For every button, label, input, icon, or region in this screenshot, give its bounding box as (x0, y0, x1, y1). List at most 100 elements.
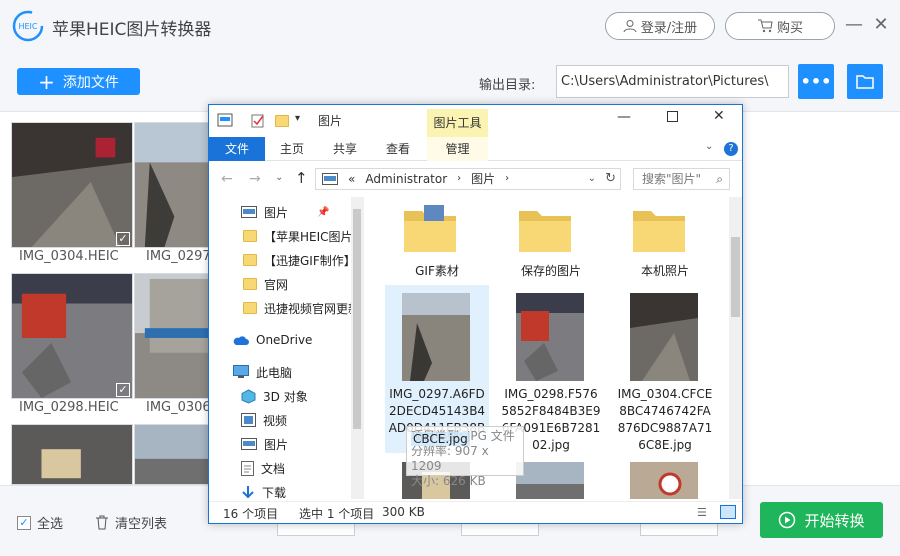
photo-shop (11, 424, 133, 485)
nav-item-3d-objects[interactable]: 3D 对象 (241, 385, 308, 407)
chevron-down-icon[interactable]: ⌄ (705, 141, 713, 152)
clear-list-button[interactable]: 清空列表 (95, 513, 167, 532)
large-icons-view-icon[interactable] (720, 505, 736, 519)
image-file-thumbnail[interactable] (516, 462, 584, 499)
close-icon[interactable]: ✕ (870, 14, 892, 36)
content-scrollbar[interactable] (729, 197, 742, 499)
thumbnail-checkbox[interactable]: ✓ (116, 383, 130, 397)
maximize-icon[interactable] (667, 111, 678, 122)
file-item-name[interactable]: IMG_0304.CFCE 8BC4746742FA 876DC9887A71 … (613, 386, 717, 454)
thumbnail-label: IMG_0304.HEIC (19, 249, 119, 264)
back-arrow-icon[interactable]: ← (221, 171, 233, 187)
buy-button[interactable]: 购买 (725, 12, 835, 40)
nav-item-folder[interactable]: 官网 (243, 273, 288, 295)
add-file-button[interactable]: + 添加文件 (17, 68, 140, 95)
details-view-icon[interactable]: ☰ (697, 506, 707, 519)
address-bar[interactable]: « Administrator › 图片 › ⌄ ↻ (315, 168, 621, 190)
nav-scroll-thumb[interactable] (353, 209, 361, 429)
thumbnail[interactable]: ✓ (11, 273, 133, 399)
folder-item[interactable]: 本机照片 (613, 263, 717, 280)
nav-item-folder[interactable]: 迅捷视频官网更新 (243, 297, 360, 319)
select-all-checkbox[interactable]: ✓ 全选 (17, 513, 63, 532)
recent-dropdown-icon[interactable]: ⌄ (275, 172, 283, 183)
file-name-line: 8BC4746742FA (619, 404, 711, 418)
nav-scrollbar[interactable] (351, 197, 363, 499)
file-name-line: 6C8E.jpg (638, 438, 692, 452)
image-file-thumbnail[interactable] (516, 293, 584, 381)
content-scroll-thumb[interactable] (731, 237, 740, 317)
play-icon (779, 511, 796, 529)
explorer-titlebar: ▾ 图片 图片工具 — ✕ (209, 105, 742, 137)
start-convert-button[interactable]: 开始转换 (760, 502, 883, 538)
output-dir-field[interactable]: C:\Users\Administrator\Pictures\ (556, 65, 789, 98)
photo-corridor (11, 122, 133, 248)
nav-item-documents[interactable]: 文档 (241, 457, 285, 479)
file-name-line: IMG_0297.A6FD (389, 387, 485, 401)
folder-with-files-icon (404, 205, 456, 252)
nav-item-downloads[interactable]: 下载 (241, 481, 286, 499)
folder-item[interactable]: GIF素材 (385, 263, 489, 280)
help-icon[interactable]: ? (724, 142, 738, 156)
new-folder-icon[interactable] (275, 115, 289, 127)
open-folder-button[interactable] (847, 64, 883, 99)
breadcrumb-pictures[interactable]: 图片 (471, 169, 495, 189)
tab-share[interactable]: 共享 (326, 137, 364, 161)
refresh-icon[interactable]: ↻ (605, 169, 616, 189)
quick-access-dropdown-icon[interactable]: ▾ (295, 113, 300, 124)
breadcrumb-administrator[interactable]: Administrator (365, 169, 447, 189)
nav-item-this-pc[interactable]: 此电脑 (233, 361, 292, 383)
select-all-label: 全选 (37, 517, 64, 532)
breadcrumb-chevron-icon: › (457, 173, 462, 184)
pin-icon: 📌 (317, 206, 330, 218)
breadcrumb-chevron-icon: › (505, 173, 510, 184)
nav-item-pictures[interactable]: 图片 (241, 433, 288, 455)
folder-icon (243, 254, 257, 266)
up-arrow-icon[interactable]: ↑ (295, 169, 308, 187)
item-count: 16 个项目 (223, 507, 279, 521)
folder-icon (243, 230, 257, 242)
video-icon (241, 413, 256, 427)
download-icon (242, 485, 254, 498)
user-icon (623, 20, 637, 33)
file-name-line: IMG_0304.CFCE (617, 387, 713, 401)
nav-item-pictures-pinned[interactable]: 图片 📌 (241, 201, 329, 223)
plus-icon: + (38, 69, 55, 94)
pictures-icon (241, 206, 257, 218)
nav-label: 此电脑 (256, 365, 293, 380)
properties-icon[interactable] (251, 113, 265, 128)
app-header: HEIC 苹果HEIC图片转换器 登录/注册 购买 — ✕ + 添加文件 输出目… (0, 0, 900, 112)
nav-item-onedrive[interactable]: OneDrive (233, 329, 312, 351)
tab-home[interactable]: 主页 (273, 137, 311, 161)
image-file-thumbnail[interactable] (402, 293, 470, 381)
search-input[interactable]: 搜索"图片" ⌕ (633, 168, 730, 190)
forward-arrow-icon[interactable]: → (249, 171, 261, 187)
nav-label: 迅捷视频官网更新 (264, 301, 361, 316)
tab-file[interactable]: 文件 (209, 137, 265, 161)
minimize-icon[interactable]: — (617, 109, 631, 125)
image-file-thumbnail[interactable] (630, 293, 698, 381)
nav-item-folder[interactable]: 【苹果HEIC图片 (243, 225, 353, 247)
image-file-thumbnail[interactable] (630, 462, 698, 499)
app-title: 苹果HEIC图片转换器 (52, 20, 212, 40)
thumbnail-checkbox[interactable]: ✓ (116, 232, 130, 246)
file-name-line: 5852F8484B3E9 (501, 404, 601, 418)
close-icon[interactable]: ✕ (713, 108, 725, 124)
folder-item[interactable]: 保存的图片 (499, 263, 603, 280)
nav-item-videos[interactable]: 视频 (241, 409, 287, 431)
nav-label: 图片 (264, 205, 289, 220)
minimize-icon[interactable]: — (843, 14, 865, 36)
explorer-window-icon (217, 113, 233, 127)
explorer-title: 图片 (318, 114, 343, 128)
tab-manage[interactable]: 管理 (427, 137, 488, 161)
address-dropdown-icon[interactable]: ⌄ (588, 169, 596, 189)
thumbnail[interactable] (11, 424, 133, 485)
more-button[interactable]: ••• (798, 64, 834, 99)
thumbnail-label: IMG_0298.HEIC (19, 400, 119, 415)
folder-icon (519, 211, 571, 252)
nav-item-folder[interactable]: 【迅捷GIF制作】 (243, 249, 356, 271)
thumbnail[interactable]: ✓ (11, 122, 133, 248)
ribbon-tabs: 文件 主页 共享 查看 管理 ⌄ ? (209, 137, 742, 161)
tab-view[interactable]: 查看 (379, 137, 417, 161)
login-button[interactable]: 登录/注册 (605, 12, 715, 40)
file-name-line: 2DECD45143B4 (388, 404, 486, 418)
